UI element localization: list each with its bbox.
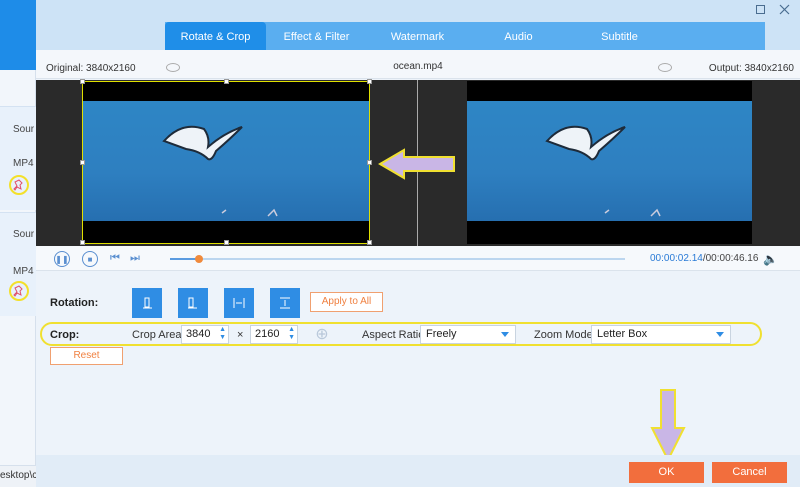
annotation-arrow-down-icon xyxy=(650,389,686,462)
apply-to-all-button[interactable]: Apply to All xyxy=(310,292,383,312)
eye-icon[interactable] xyxy=(658,63,672,72)
next-frame-icon[interactable]: ⏭ xyxy=(130,252,140,265)
zoom-mode-select[interactable]: Letter Box xyxy=(591,325,731,344)
bird-image xyxy=(545,125,661,217)
background-app-header xyxy=(0,0,36,70)
reset-button[interactable]: Reset xyxy=(50,347,123,365)
duration: /00:00:46.16 xyxy=(702,253,759,264)
playback-controls: ❚❚ ■ ⏮ ⏭ 00:00:02.14/00:00:46.16 🔈 xyxy=(36,246,800,271)
flip-vertical-icon xyxy=(280,297,290,309)
close-icon[interactable] xyxy=(776,2,792,18)
zoom-mode-value: Letter Box xyxy=(597,328,648,340)
playback-time: 00:00:02.14/00:00:46.16 xyxy=(650,253,758,264)
progress-track[interactable] xyxy=(170,258,625,260)
output-video xyxy=(467,81,752,244)
volume-icon[interactable]: 🔈 xyxy=(763,252,778,266)
crop-handle[interactable] xyxy=(367,79,372,84)
crop-height-value: 2160 xyxy=(255,328,280,340)
rotate-right-button[interactable] xyxy=(178,288,208,318)
center-crop-icon[interactable]: ⊕ xyxy=(311,325,333,344)
annotation-arrow-left-icon xyxy=(378,148,455,180)
current-time: 00:00:02.14 xyxy=(650,253,703,264)
chevron-down-icon xyxy=(501,332,509,337)
crop-handle[interactable] xyxy=(367,160,372,165)
file-name: ocean.mp4 xyxy=(393,61,443,72)
tab-audio[interactable]: Audio xyxy=(468,22,569,50)
progress-thumb[interactable] xyxy=(195,255,203,263)
rotate-left-button[interactable] xyxy=(132,288,162,318)
source-label: Sour xyxy=(13,229,35,240)
pin-icon[interactable] xyxy=(9,281,29,301)
rotate-right-icon xyxy=(188,297,197,309)
tab-subtitle[interactable]: Subtitle xyxy=(569,22,670,50)
crop-handle[interactable] xyxy=(80,240,85,245)
rotate-left-icon xyxy=(143,297,152,309)
pin-icon[interactable] xyxy=(9,175,29,195)
status-bar: esktop\c xyxy=(0,465,36,487)
tab-effect-filter[interactable]: Effect & Filter xyxy=(266,22,367,50)
background-app: Sour MP4 Sour MP4 esktop\c xyxy=(0,0,36,487)
chevron-down-icon xyxy=(716,332,724,337)
source-label: Sour xyxy=(13,124,35,135)
tab-rotate-crop[interactable]: Rotate & Crop xyxy=(165,22,266,50)
format-label: MP4 xyxy=(13,158,34,169)
crop-width-value: 3840 xyxy=(186,328,211,340)
format-label: MP4 xyxy=(13,266,34,277)
edit-dialog: Rotate & Crop Effect & Filter Watermark … xyxy=(36,0,800,487)
crop-handle[interactable] xyxy=(367,240,372,245)
cancel-button[interactable]: Cancel xyxy=(712,462,787,483)
aspect-ratio-select[interactable]: Freely xyxy=(420,325,516,344)
crop-handle[interactable] xyxy=(224,240,229,245)
crop-handle[interactable] xyxy=(80,79,85,84)
crop-height-field[interactable]: 2160 ▲ ▼ xyxy=(250,325,298,344)
spinner-icon[interactable]: ▲ ▼ xyxy=(219,326,226,342)
output-resolution: Output: 3840x2160 xyxy=(708,63,794,74)
ok-button[interactable]: OK xyxy=(629,462,704,483)
crop-area-label: Crop Area: xyxy=(132,329,185,341)
crop-label: Crop: xyxy=(50,329,80,341)
stop-icon[interactable]: ■ xyxy=(82,251,98,267)
zoom-mode-label: Zoom Mode: xyxy=(534,329,596,341)
aspect-ratio-value: Freely xyxy=(426,328,457,340)
info-bar: Original: 3840x2160 ocean.mp4 Output: 38… xyxy=(36,50,800,79)
crop-width-field[interactable]: 3840 ▲ ▼ xyxy=(181,325,229,344)
aspect-ratio-label: Aspect Ratio: xyxy=(362,329,428,341)
rotation-label: Rotation: xyxy=(50,297,99,309)
flip-horizontal-button[interactable] xyxy=(224,288,254,318)
tabs: Rotate & Crop Effect & Filter Watermark … xyxy=(165,22,670,50)
flip-horizontal-icon xyxy=(233,298,245,308)
spinner-icon[interactable]: ▲ ▼ xyxy=(288,326,295,342)
pause-icon[interactable]: ❚❚ xyxy=(54,251,70,267)
flip-vertical-button[interactable] xyxy=(270,288,300,318)
crop-frame[interactable] xyxy=(80,79,372,245)
progress-fill xyxy=(170,258,198,260)
crop-handle[interactable] xyxy=(224,79,229,84)
tab-watermark[interactable]: Watermark xyxy=(367,22,468,50)
crop-handle[interactable] xyxy=(80,160,85,165)
times-symbol: × xyxy=(237,329,244,341)
restore-icon[interactable] xyxy=(752,2,768,18)
previous-frame-icon[interactable]: ⏮ xyxy=(110,252,120,265)
